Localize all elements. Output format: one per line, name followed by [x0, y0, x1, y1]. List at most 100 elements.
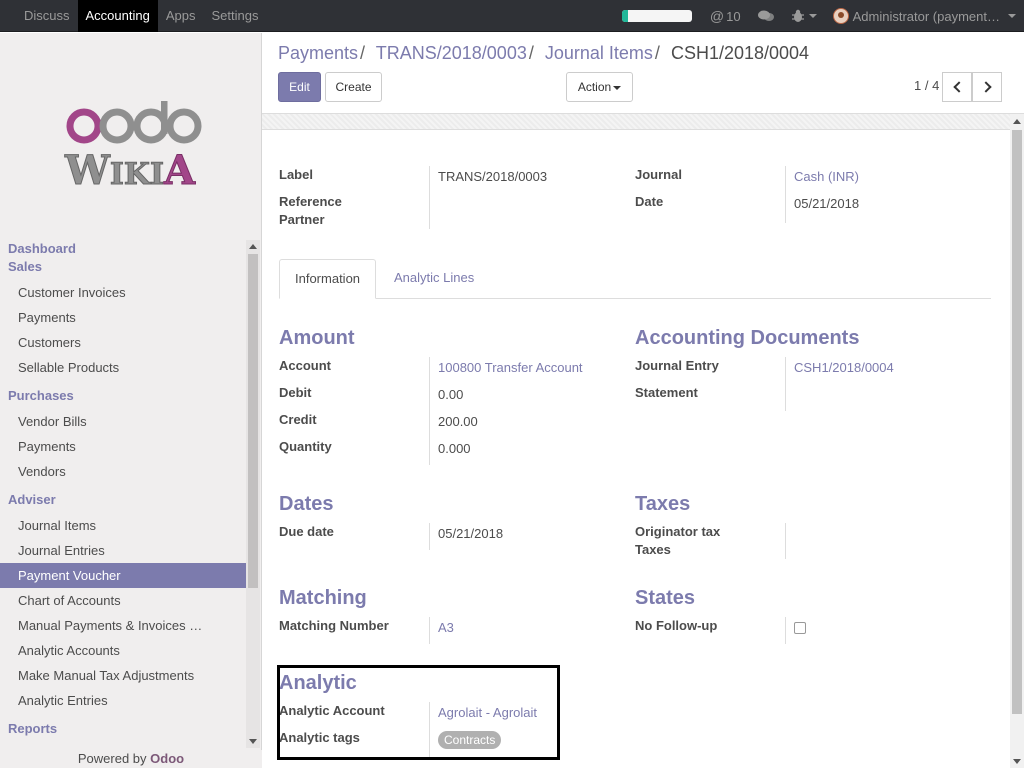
- statement-label: Statement: [635, 385, 698, 400]
- scroll-up-icon[interactable]: [249, 244, 257, 249]
- matching-number-link[interactable]: A3: [438, 619, 454, 637]
- matching-title: Matching: [279, 587, 367, 609]
- due-date-value[interactable]: 05/21/2018: [438, 525, 503, 543]
- pager-previous-button[interactable]: [942, 72, 972, 102]
- journal-link[interactable]: Cash (INR): [794, 168, 859, 186]
- sidebar: WIKIA Dashboard Sales Customer Invoices Pay…: [0, 33, 262, 768]
- scroll-down-icon[interactable]: [1013, 759, 1021, 764]
- chevron-left-icon: [953, 81, 965, 93]
- no-followup-label: No Follow-up: [635, 618, 718, 633]
- sidebar-section-purchases[interactable]: Purchases: [0, 387, 246, 405]
- chat-button[interactable]: [757, 9, 775, 23]
- account-label: Account: [279, 358, 331, 373]
- chevron-right-icon: [980, 81, 992, 93]
- company-logo: WIKIA: [50, 101, 210, 213]
- logo-image: WIKIA: [63, 101, 202, 195]
- breadcrumb-journal-items[interactable]: Journal Items: [545, 43, 653, 63]
- sidebar-item-business-intelligence[interactable]: Business Intelligence: [0, 742, 246, 748]
- scroll-down-icon[interactable]: [249, 739, 257, 744]
- menu-accounting[interactable]: Accounting: [77, 0, 158, 32]
- label-field-value[interactable]: TRANS/2018/0003: [438, 168, 547, 186]
- sidebar-item-payment-voucher[interactable]: Payment Voucher: [0, 563, 246, 588]
- date-field-value[interactable]: 05/21/2018: [794, 195, 859, 213]
- form-scrollbar[interactable]: [1010, 114, 1024, 768]
- menu-settings[interactable]: Settings: [203, 0, 266, 32]
- tab-analytic-lines[interactable]: Analytic Lines: [379, 259, 489, 299]
- breadcrumb: Payments / TRANS/2018/0003/ Journal Items…: [278, 43, 810, 63]
- sidebar-item-payments[interactable]: Payments: [0, 305, 246, 330]
- label-field-label: Label: [279, 167, 313, 182]
- journal-entry-label: Journal Entry: [635, 358, 719, 373]
- user-name: Administrator (payment…: [852, 8, 1000, 24]
- action-label: Action: [577, 80, 612, 94]
- accounting-documents-title: Accounting Documents: [635, 327, 860, 349]
- originator-tax-label: Originator tax: [635, 524, 721, 539]
- pager-value[interactable]: 1 / 4: [914, 78, 939, 93]
- sidebar-item-analytic-entries[interactable]: Analytic Entries: [0, 688, 246, 713]
- mentions-button[interactable]: @ 10: [710, 8, 741, 24]
- sidebar-item-analytic-accounts[interactable]: Analytic Accounts: [0, 638, 246, 663]
- scroll-thumb[interactable]: [248, 254, 258, 588]
- powered-by: Powered by Odoo: [0, 750, 262, 768]
- chevron-down-icon: [1008, 14, 1016, 18]
- debug-button[interactable]: [791, 9, 817, 23]
- pager-next-button[interactable]: [972, 72, 1002, 102]
- menu-apps[interactable]: Apps: [158, 0, 204, 32]
- powered-brand-link[interactable]: Odoo: [150, 751, 184, 766]
- sidebar-item-journal-entries[interactable]: Journal Entries: [0, 538, 246, 563]
- edit-button[interactable]: Edit: [278, 72, 321, 102]
- partner-field-label: Partner: [279, 212, 325, 227]
- top-navbar: Discuss Accounting Apps Settings @ 10 Ad…: [0, 0, 1024, 32]
- chevron-down-icon: [613, 85, 622, 90]
- sidebar-item-payments[interactable]: Payments: [0, 434, 246, 459]
- breadcrumb-current: CSH1/2018/0004: [670, 43, 810, 63]
- sidebar-item-sellable-products[interactable]: Sellable Products: [0, 355, 246, 380]
- debit-value[interactable]: 0.00: [438, 386, 463, 404]
- sidebar-scrollbar[interactable]: [246, 240, 260, 748]
- breadcrumb-payment-record[interactable]: TRANS/2018/0003: [376, 43, 527, 63]
- amount-title: Amount: [279, 327, 355, 349]
- reference-field-label: Reference: [279, 194, 342, 209]
- action-dropdown[interactable]: Action: [566, 72, 633, 102]
- sidebar-item-journal-items[interactable]: Journal Items: [0, 513, 246, 538]
- sidebar-item-make-manual-tax-adjustments[interactable]: Make Manual Tax Adjustments: [0, 663, 246, 688]
- journal-field-label: Journal: [635, 167, 682, 182]
- progress-fill: [621, 10, 628, 22]
- sidebar-section-adviser[interactable]: Adviser: [0, 491, 246, 509]
- sidebar-item-manual-payments-invoices[interactable]: Manual Payments & Invoices …: [0, 613, 246, 638]
- quantity-value[interactable]: 0.000: [438, 440, 471, 458]
- sidebar-item-chart-of-accounts[interactable]: Chart of Accounts: [0, 588, 246, 613]
- avatar: [832, 8, 849, 24]
- scroll-up-icon[interactable]: [1013, 119, 1021, 124]
- states-title: States: [635, 587, 696, 609]
- journal-entry-link[interactable]: CSH1/2018/0004: [794, 359, 894, 377]
- scroll-thumb[interactable]: [1012, 130, 1022, 714]
- create-button[interactable]: Create: [325, 72, 382, 102]
- credit-value[interactable]: 200.00: [438, 413, 478, 431]
- dates-title: Dates: [279, 493, 334, 515]
- menu-discuss[interactable]: Discuss: [16, 0, 78, 32]
- progress-bar[interactable]: [621, 10, 692, 22]
- chat-icon: [757, 10, 774, 21]
- form-header-strip: [262, 114, 1010, 130]
- sidebar-item-customers[interactable]: Customers: [0, 330, 246, 355]
- highlight-box: [277, 665, 560, 760]
- matching-number-label: Matching Number: [279, 618, 389, 633]
- breadcrumb-payments[interactable]: Payments: [278, 43, 358, 63]
- credit-label: Credit: [279, 412, 317, 427]
- user-menu[interactable]: Administrator (payment…: [832, 8, 1016, 24]
- sidebar-item-customer-invoices[interactable]: Customer Invoices: [0, 280, 246, 305]
- sidebar-section-sales[interactable]: Sales: [0, 258, 246, 276]
- sidebar-item-vendor-bills[interactable]: Vendor Bills: [0, 409, 246, 434]
- app-menu: Discuss Accounting Apps Settings: [16, 0, 266, 32]
- sidebar-section-reports[interactable]: Reports: [0, 720, 246, 738]
- bug-icon: [791, 9, 804, 22]
- tab-information[interactable]: Information: [279, 259, 377, 299]
- mentions-count: 10: [726, 8, 741, 24]
- no-followup-checkbox[interactable]: [794, 622, 806, 634]
- notebook-tabs: Information Analytic Lines: [279, 259, 991, 299]
- powered-prefix: Powered by: [77, 751, 151, 766]
- sidebar-item-vendors[interactable]: Vendors: [0, 459, 246, 484]
- sidebar-section-dashboard[interactable]: Dashboard: [0, 240, 246, 258]
- account-link[interactable]: 100800 Transfer Account: [438, 359, 583, 377]
